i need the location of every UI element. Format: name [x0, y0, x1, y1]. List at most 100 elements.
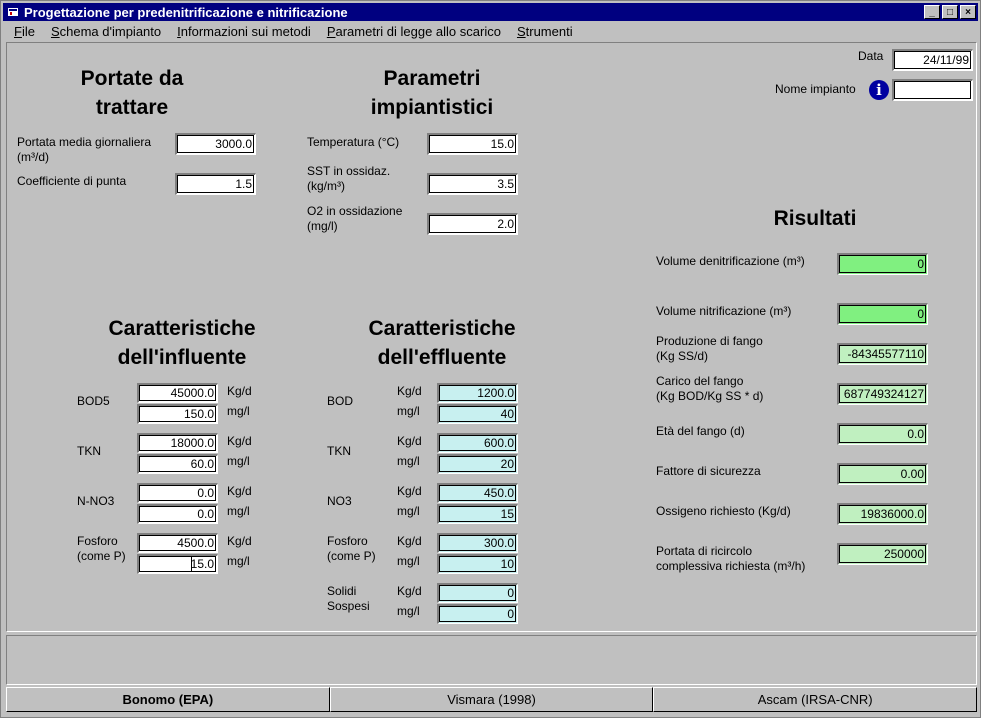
menu-param-label: arametri di legge allo scarico — [335, 24, 501, 39]
o2-field[interactable]: 2.0 — [427, 213, 518, 235]
effluente-fosforo-mg-field[interactable]: 10 — [437, 554, 518, 574]
ricircolo-field: 250000 — [837, 543, 928, 565]
effluente-no3-mg-field[interactable]: 15 — [437, 504, 518, 524]
influente-nno3-mg-unit: mg/l — [227, 504, 250, 518]
eta-fango-label: Età del fango (d) — [656, 424, 745, 438]
info-icon[interactable]: i — [869, 80, 889, 100]
parametri-title-line1: Parametri — [383, 67, 481, 90]
effluente-bod-mg-unit: mg/l — [397, 404, 420, 418]
carico-fango-unit: (Kg BOD/Kg SS * d) — [656, 389, 764, 403]
influente-nno3-kg-field[interactable]: 0.0 — [137, 483, 218, 503]
close-button[interactable]: × — [960, 5, 976, 19]
effluente-fosforo-label: Fosforo — [327, 534, 368, 548]
menu-file[interactable]: File — [14, 24, 35, 39]
influente-nno3-mg-field[interactable]: 0.0 — [137, 504, 218, 524]
influente-title-line1: Caratteristiche — [108, 317, 256, 340]
maximize-icon: □ — [946, 6, 954, 18]
coeff-punta-field[interactable]: 1.5 — [175, 173, 256, 195]
effluente-solidi-kg-field[interactable]: 0 — [437, 583, 518, 603]
parametri-title-line2: impiantistici — [370, 96, 494, 119]
tab-bonomo[interactable]: Bonomo (EPA) — [6, 687, 330, 712]
effluente-title-line1: Caratteristiche — [368, 317, 516, 340]
menu-schema-accel: S — [50, 24, 60, 39]
tab-vismara-label: Vismara (1998) — [447, 692, 536, 707]
influente-fosforo-mg-field[interactable]: 15.0 — [137, 554, 218, 574]
text-caret — [191, 557, 192, 571]
effluente-title-line2: dell'effluente — [377, 346, 507, 369]
menu-file-accel: F — [14, 24, 22, 39]
app-icon[interactable] — [6, 5, 20, 19]
influente-tkn-label: TKN — [77, 444, 101, 458]
menu-schema-impianto[interactable]: Schema d'impianto — [51, 24, 161, 39]
influente-bod-mg-field[interactable]: 150.0 — [137, 404, 218, 424]
carico-fango-label: Carico del fango — [656, 374, 744, 388]
vol-nit-label: Volume nitrificazione (m³) — [656, 304, 792, 318]
menu-parametri-legge[interactable]: Parametri di legge allo scarico — [327, 24, 501, 39]
main-panel: Data 24/11/99 Nome impianto i Portate da… — [6, 42, 977, 632]
influente-bod-label: BOD5 — [77, 394, 110, 408]
temperatura-label: Temperatura (°C) — [307, 135, 400, 149]
date-field[interactable]: 24/11/99 — [892, 49, 973, 71]
tab-vismara[interactable]: Vismara (1998) — [329, 687, 654, 712]
influente-title-line2: dell'influente — [117, 346, 247, 369]
effluente-tkn-label: TKN — [327, 444, 351, 458]
effluente-tkn-mg-field[interactable]: 20 — [437, 454, 518, 474]
portate-title-line2: trattare — [95, 96, 169, 119]
influente-tkn-kg-field[interactable]: 18000.0 — [137, 433, 218, 453]
menu-info-label: nformazioni sui metodi — [180, 24, 311, 39]
influente-tkn-mg-field[interactable]: 60.0 — [137, 454, 218, 474]
vol-denit-field: 0 — [837, 253, 928, 275]
menu-strumenti-label: trumenti — [525, 24, 573, 39]
menu-file-label: ile — [21, 24, 35, 39]
app-window: Progettazione per predenitrificazione e … — [0, 0, 981, 718]
effluente-bod-mg-field[interactable]: 40 — [437, 404, 518, 424]
effluente-fosforo-mg-unit: mg/l — [397, 554, 420, 568]
close-icon: × — [965, 6, 971, 18]
effluente-bod-kg-field[interactable]: 1200.0 — [437, 383, 518, 403]
minimize-button[interactable]: _ — [924, 5, 940, 19]
temperatura-field[interactable]: 15.0 — [427, 133, 518, 155]
coeff-punta-label: Coefficiente di punta — [17, 174, 127, 188]
effluente-fosforo-kg-unit: Kg/d — [397, 534, 422, 548]
effluente-solidi-mg-field[interactable]: 0 — [437, 604, 518, 624]
effluente-no3-kg-unit: Kg/d — [397, 484, 422, 498]
vol-denit-label: Volume denitrificazione (m³) — [656, 254, 805, 268]
menu-bar: File Schema d'impianto Informazioni sui … — [3, 22, 978, 41]
sst-field[interactable]: 3.5 — [427, 173, 518, 195]
influente-bod-mg-unit: mg/l — [227, 404, 250, 418]
influente-tkn-mg-unit: mg/l — [227, 454, 250, 468]
prod-fango-label: Produzione di fango — [656, 334, 763, 348]
ossigeno-field: 19836000.0 — [837, 503, 928, 525]
influente-fosforo-kg-field[interactable]: 4500.0 — [137, 533, 218, 553]
maximize-button[interactable]: □ — [942, 5, 958, 19]
date-label: Data — [858, 49, 884, 63]
portata-media-field[interactable]: 3000.0 — [175, 133, 256, 155]
effluente-solidi-label: Solidi — [327, 584, 357, 598]
menu-strumenti[interactable]: Strumenti — [517, 24, 573, 39]
influente-bod-kg-field[interactable]: 45000.0 — [137, 383, 218, 403]
risultati-title: Risultati — [773, 207, 857, 230]
effluente-no3-kg-field[interactable]: 450.0 — [437, 483, 518, 503]
effluente-tkn-mg-unit: mg/l — [397, 454, 420, 468]
plant-name-field[interactable] — [892, 79, 973, 101]
influente-nno3-kg-unit: Kg/d — [227, 484, 252, 498]
influente-bod-kg-unit: Kg/d — [227, 384, 252, 398]
influente-fosforo-mg-unit: mg/l — [227, 554, 250, 568]
tab-ascam-label: Ascam (IRSA-CNR) — [757, 692, 873, 707]
menu-schema-label: chema d'impianto — [59, 24, 162, 39]
tab-ascam[interactable]: Ascam (IRSA-CNR) — [653, 687, 978, 712]
effluente-bod-kg-unit: Kg/d — [397, 384, 422, 398]
title-bar[interactable]: Progettazione per predenitrificazione e … — [3, 3, 978, 21]
influente-fosforo-kg-unit: Kg/d — [227, 534, 252, 548]
ossigeno-label: Ossigeno richiesto (Kg/d) — [656, 504, 791, 518]
effluente-fosforo-kg-field[interactable]: 300.0 — [437, 533, 518, 553]
ricircolo-unit: complessiva richiesta (m³/h) — [656, 559, 806, 573]
prod-fango-unit: (Kg SS/d) — [656, 349, 709, 363]
menu-informazioni[interactable]: Informazioni sui metodi — [177, 24, 311, 39]
effluente-tkn-kg-field[interactable]: 600.0 — [437, 433, 518, 453]
portata-media-unit: (m³/d) — [17, 150, 49, 164]
sst-label: SST in ossidaz. — [307, 164, 391, 178]
tab-bonomo-label: Bonomo (EPA) — [122, 692, 214, 707]
o2-unit: (mg/l) — [307, 219, 338, 233]
status-bar — [6, 635, 977, 685]
